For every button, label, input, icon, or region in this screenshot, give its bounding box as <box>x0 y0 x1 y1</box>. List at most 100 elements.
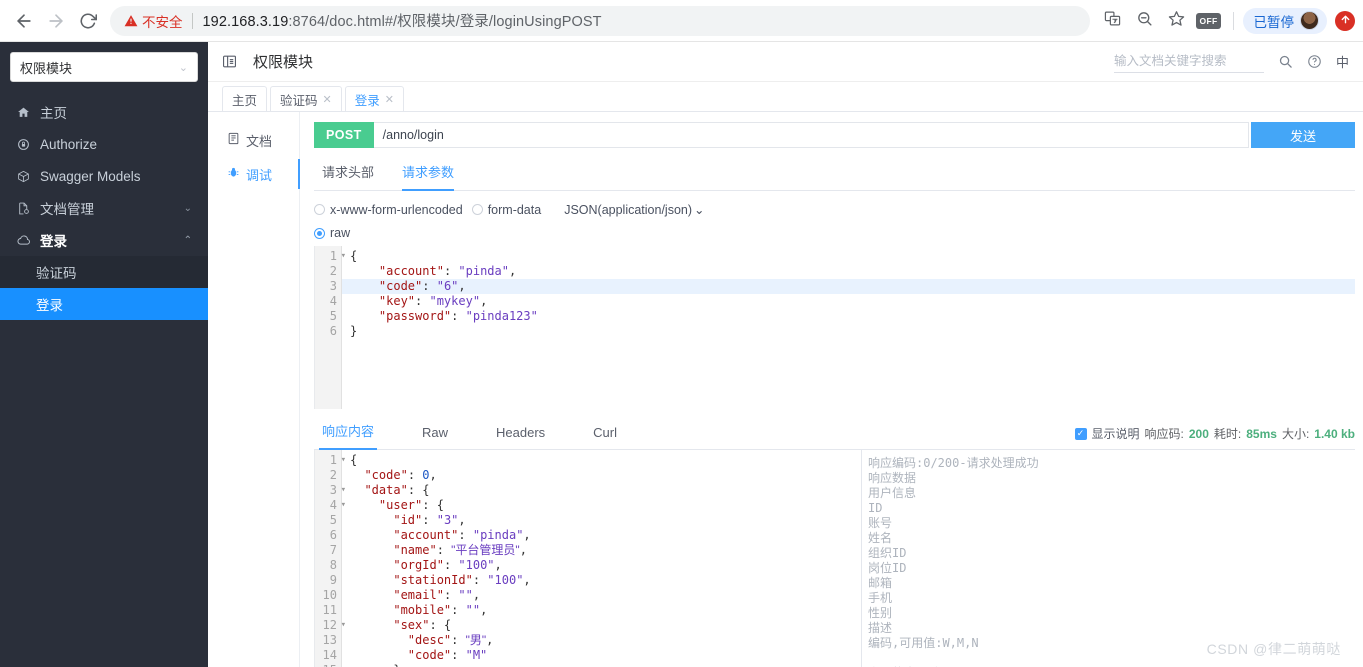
header-actions: 输入文档关键字搜索 中 <box>1113 50 1349 73</box>
request-url-row: POST /anno/login 发送 <box>314 122 1355 148</box>
content-type-value: JSON(application/json) <box>564 202 693 217</box>
nav-item-label: 文档 <box>246 133 273 149</box>
forward-arrow-icon <box>46 11 66 31</box>
project-selector-value: 权限模块 <box>20 60 73 76</box>
response-meta: ✓ 显示说明 响应码: 200 耗时: 85ms 大小: 1.40 kb <box>1074 425 1355 449</box>
language-toggle[interactable]: 中 <box>1336 52 1349 71</box>
elapsed-value: 85ms <box>1246 426 1277 441</box>
sidebar-item-home[interactable]: 主页 <box>0 96 208 128</box>
radio-urlencoded[interactable]: x-www-form-urlencoded <box>314 203 463 217</box>
off-badge: OFF <box>1195 12 1222 29</box>
sidebar-item-swagger-models[interactable]: Swagger Models <box>0 160 208 192</box>
bug-icon <box>227 166 240 182</box>
description-line: 姓名 <box>868 531 893 545</box>
sidebar-item-login[interactable]: 登录 ⌃ <box>0 224 208 256</box>
sidebar-subitem-label: 验证码 <box>36 266 77 281</box>
doc-gear-icon <box>16 202 31 215</box>
request-editor-code[interactable]: { "account": "pinda", "code": "6", "key"… <box>342 246 1355 339</box>
sidebar-subitem-login[interactable]: 登录 <box>0 288 208 320</box>
response-header: 响应内容 Raw Headers Curl ✓ 显示说明 响应码: 200 耗时… <box>314 421 1355 450</box>
translate-button[interactable] <box>1098 6 1128 36</box>
sidebar-item-label: 登录 <box>40 234 67 249</box>
sidebar-item-doc-management[interactable]: 文档管理 ⌄ <box>0 192 208 224</box>
response-gutter: 1▾23▾4▾56789101112▾13141516 <box>315 450 346 667</box>
show-description-label: 显示说明 <box>1091 427 1140 441</box>
help-circle-icon[interactable] <box>1307 54 1322 69</box>
back-button[interactable] <box>8 5 40 37</box>
sidebar-subitem-captcha[interactable]: 验证码 <box>0 256 208 288</box>
extension-off-button[interactable]: OFF <box>1194 6 1224 36</box>
back-arrow-icon <box>14 11 34 31</box>
sidebar-item-label: 主页 <box>40 106 67 121</box>
tab-request-headers[interactable]: 请求头部 <box>322 162 374 190</box>
doc-debug-nav: 文档 调试 <box>208 112 300 667</box>
tab-response-raw[interactable]: Raw <box>422 425 448 449</box>
request-url-input[interactable]: /anno/login <box>373 122 1249 148</box>
description-line: 响应数据 <box>868 471 917 485</box>
tab-label: 登录 <box>354 93 380 108</box>
description-line: ID <box>868 501 883 515</box>
description-line: 手机 <box>868 591 893 605</box>
size-label: 大小: <box>1281 427 1310 441</box>
response-code: { "code": 0, "data": { "user": { "id": "… <box>350 453 531 667</box>
nav-item-debug[interactable]: 调试 <box>208 157 300 191</box>
radio-label: x-www-form-urlencoded <box>330 202 463 217</box>
chevron-down-icon: ⌄ <box>178 61 188 74</box>
radio-icon <box>314 227 325 239</box>
forward-button[interactable] <box>40 5 72 37</box>
tab-response-headers[interactable]: Headers <box>496 425 545 449</box>
request-body-editor[interactable]: 1 ▾ 2 3 4 5 6 { "account": "pinda", "code": "6… <box>314 246 1355 409</box>
tab-home[interactable]: 主页 <box>222 86 268 111</box>
description-line: 账号 <box>868 516 893 530</box>
reload-button[interactable] <box>72 5 104 37</box>
omnibox-divider <box>191 12 193 29</box>
zoom-out-button[interactable] <box>1130 6 1160 36</box>
radio-form-data[interactable]: form-data <box>471 203 541 217</box>
cloud-icon <box>16 233 31 247</box>
sidebar-item-authorize[interactable]: Authorize <box>0 128 208 160</box>
radio-raw[interactable]: raw <box>314 226 350 240</box>
status-code-value: 200 <box>1188 426 1209 441</box>
http-method-badge: POST <box>314 122 374 148</box>
nav-item-label: 调试 <box>246 167 273 183</box>
doc-search-input[interactable]: 输入文档关键字搜索 <box>1113 50 1264 73</box>
chevron-up-icon: ⌃ <box>183 234 192 246</box>
show-description-checkbox[interactable]: ✓ <box>1074 427 1087 440</box>
update-button[interactable] <box>1335 10 1355 31</box>
tab-response-curl[interactable]: Curl <box>593 425 617 449</box>
content-type-select[interactable]: JSON(application/json) ⌄ <box>564 202 705 218</box>
tab-label: 验证码 <box>280 93 318 108</box>
search-icon[interactable] <box>1278 54 1293 69</box>
description-line: 响应编码:0/200-请求处理成功 <box>868 456 1039 470</box>
cube-icon <box>16 170 31 183</box>
send-button[interactable]: 发送 <box>1251 122 1355 148</box>
close-icon[interactable]: ✕ <box>323 93 332 106</box>
collapse-menu-icon[interactable] <box>222 54 237 69</box>
response-code-viewer[interactable]: 1▾23▾4▾56789101112▾13141516 { "code": 0,… <box>315 450 861 667</box>
tab-login[interactable]: 登录 ✕ <box>344 86 404 111</box>
star-icon <box>1168 10 1185 32</box>
radio-label: raw <box>330 226 351 240</box>
toolbar-divider <box>1232 11 1234 30</box>
chevron-down-icon: ⌄ <box>694 203 705 217</box>
main-area: 权限模块 输入文档关键字搜索 中 主页 验证码 ✕ 登录 ✕ 文档 调试 POS… <box>208 42 1363 667</box>
tab-request-params[interactable]: 请求参数 <box>402 162 455 191</box>
home-icon <box>16 106 31 119</box>
bookmark-button[interactable] <box>1162 6 1192 36</box>
description-line: 性别 <box>868 606 893 620</box>
tab-captcha[interactable]: 验证码 ✕ <box>270 86 342 111</box>
translate-icon <box>1104 10 1121 32</box>
description-line: 岗位ID <box>868 561 907 575</box>
address-bar[interactable]: 不安全 192.168.3.19:8764/doc.html#/权限模块/登录/… <box>110 5 1090 36</box>
tab-response-content[interactable]: 响应内容 <box>318 421 378 450</box>
app-header: 权限模块 输入文档关键字搜索 中 <box>208 42 1363 82</box>
document-icon <box>227 132 240 148</box>
paused-label: 已暂停 <box>1253 14 1295 30</box>
status-code-label: 响应码: <box>1144 427 1184 441</box>
profile-paused-chip[interactable]: 已暂停 <box>1242 7 1327 34</box>
not-secure-warning-icon <box>124 14 138 28</box>
project-selector[interactable]: 权限模块 ⌄ <box>10 52 198 82</box>
sidebar-item-label: Swagger Models <box>40 168 141 184</box>
close-icon[interactable]: ✕ <box>385 93 394 106</box>
nav-item-document[interactable]: 文档 <box>208 123 299 157</box>
